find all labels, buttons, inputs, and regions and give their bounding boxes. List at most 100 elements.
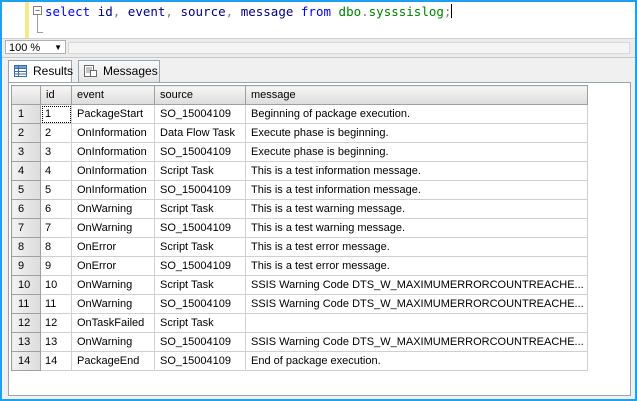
query-token: select: [45, 4, 91, 19]
column-header-source[interactable]: source: [154, 85, 246, 105]
cell-id[interactable]: 10: [40, 275, 72, 295]
horizontal-scrollbar[interactable]: [68, 42, 630, 54]
chevron-down-icon[interactable]: ▼: [54, 41, 62, 55]
cell-event[interactable]: OnInformation: [71, 142, 155, 162]
cell-event[interactable]: OnTaskFailed: [71, 313, 155, 333]
cell-message[interactable]: This is a test warning message.: [245, 218, 588, 238]
cell-message[interactable]: This is a test information message.: [245, 161, 588, 181]
cell-source[interactable]: Script Task: [154, 275, 246, 295]
row-number[interactable]: 1: [11, 104, 41, 124]
table-row[interactable]: 3 3 OnInformation SO_15004109 Execute phase …: [11, 142, 588, 162]
cell-id[interactable]: 13: [40, 332, 72, 352]
column-header-event[interactable]: event: [71, 85, 155, 105]
row-number[interactable]: 12: [11, 313, 41, 333]
row-number[interactable]: 3: [11, 142, 41, 162]
row-number[interactable]: 9: [11, 256, 41, 276]
cell-source[interactable]: SO_15004109: [154, 218, 246, 238]
cell-source[interactable]: Script Task: [154, 313, 246, 333]
cell-message[interactable]: This is a test information message.: [245, 180, 588, 200]
row-number[interactable]: 8: [11, 237, 41, 257]
zoom-value: 100 %: [9, 42, 41, 54]
tab-messages[interactable]: Messages: [78, 60, 160, 82]
cell-event[interactable]: OnWarning: [71, 294, 155, 314]
row-number[interactable]: 11: [11, 294, 41, 314]
query-text[interactable]: select id, event, source, message from d…: [45, 4, 453, 19]
cell-message[interactable]: End of package execution.: [245, 351, 588, 371]
table-row[interactable]: 12 12 OnTaskFailed Script Task: [11, 313, 588, 333]
cell-id[interactable]: 7: [40, 218, 72, 238]
cell-message[interactable]: SSIS Warning Code DTS_W_MAXIMUMERRORCOUN…: [245, 294, 588, 314]
cell-id[interactable]: 12: [40, 313, 72, 333]
row-number[interactable]: 2: [11, 123, 41, 143]
cell-event[interactable]: OnWarning: [71, 275, 155, 295]
cell-id[interactable]: 8: [40, 237, 72, 257]
cell-event[interactable]: PackageEnd: [71, 351, 155, 371]
cell-message[interactable]: This is a test error message.: [245, 237, 588, 257]
table-row[interactable]: 10 10 OnWarning Script Task SSIS Warning Cod…: [11, 275, 588, 295]
cell-id[interactable]: 11: [40, 294, 72, 314]
cell-message[interactable]: This is a test warning message.: [245, 199, 588, 219]
row-number[interactable]: 5: [11, 180, 41, 200]
collapse-icon[interactable]: −: [33, 6, 42, 15]
cell-event[interactable]: OnWarning: [71, 218, 155, 238]
cell-source[interactable]: Script Task: [154, 199, 246, 219]
cell-message[interactable]: SSIS Warning Code DTS_W_MAXIMUMERRORCOUN…: [245, 275, 588, 295]
cell-source[interactable]: SO_15004109: [154, 332, 246, 352]
row-number[interactable]: 6: [11, 199, 41, 219]
cell-event[interactable]: OnWarning: [71, 199, 155, 219]
select-all-corner[interactable]: [11, 85, 41, 105]
cell-source[interactable]: Script Task: [154, 161, 246, 181]
cell-event[interactable]: OnWarning: [71, 332, 155, 352]
cell-event[interactable]: OnError: [71, 237, 155, 257]
row-number[interactable]: 14: [11, 351, 41, 371]
cell-source[interactable]: SO_15004109: [154, 180, 246, 200]
table-row[interactable]: 13 13 OnWarning SO_15004109 SSIS Warning Cod…: [11, 332, 588, 352]
cell-event[interactable]: OnInformation: [71, 161, 155, 181]
cell-event[interactable]: OnInformation: [71, 180, 155, 200]
cell-message[interactable]: Execute phase is beginning.: [245, 123, 588, 143]
cell-id[interactable]: 3: [40, 142, 72, 162]
row-number[interactable]: 7: [11, 218, 41, 238]
cell-source[interactable]: Script Task: [154, 237, 246, 257]
table-row[interactable]: 7 7 OnWarning SO_15004109 This is a test war…: [11, 218, 588, 238]
row-number[interactable]: 4: [11, 161, 41, 181]
cell-source[interactable]: SO_15004109: [154, 104, 246, 124]
cell-id[interactable]: 5: [40, 180, 72, 200]
row-number[interactable]: 13: [11, 332, 41, 352]
cell-event[interactable]: OnInformation: [71, 123, 155, 143]
cell-source[interactable]: SO_15004109: [154, 351, 246, 371]
table-row[interactable]: 2 2 OnInformation Data Flow Task Execute pha…: [11, 123, 588, 143]
tab-results[interactable]: Results: [8, 60, 73, 83]
cell-message[interactable]: SSIS Warning Code DTS_W_MAXIMUMERRORCOUN…: [245, 332, 588, 352]
zoom-dropdown[interactable]: 100 % ▼: [5, 40, 66, 54]
cell-id[interactable]: 1: [40, 104, 72, 124]
query-editor[interactable]: − select id, event, source, message from…: [2, 2, 635, 38]
grid-icon: [14, 65, 27, 77]
cell-message[interactable]: Execute phase is beginning.: [245, 142, 588, 162]
cell-event[interactable]: OnError: [71, 256, 155, 276]
table-row[interactable]: 11 11 OnWarning SO_15004109 SSIS Warning Cod…: [11, 294, 588, 314]
cell-source[interactable]: SO_15004109: [154, 142, 246, 162]
table-row[interactable]: 5 5 OnInformation SO_15004109 This is a test…: [11, 180, 588, 200]
column-header-message[interactable]: message: [245, 85, 588, 105]
column-header-id[interactable]: id: [40, 85, 72, 105]
cell-id[interactable]: 2: [40, 123, 72, 143]
cell-message[interactable]: This is a test error message.: [245, 256, 588, 276]
table-row[interactable]: 4 4 OnInformation Script Task This is a test…: [11, 161, 588, 181]
table-row[interactable]: 9 9 OnError SO_15004109 This is a test error…: [11, 256, 588, 276]
table-row[interactable]: 8 8 OnError Script Task This is a test error…: [11, 237, 588, 257]
cell-id[interactable]: 9: [40, 256, 72, 276]
row-number[interactable]: 10: [11, 275, 41, 295]
cell-source[interactable]: SO_15004109: [154, 294, 246, 314]
cell-id[interactable]: 6: [40, 199, 72, 219]
cell-event[interactable]: PackageStart: [71, 104, 155, 124]
cell-id[interactable]: 4: [40, 161, 72, 181]
cell-message[interactable]: [245, 313, 588, 333]
cell-message[interactable]: Beginning of package execution.: [245, 104, 588, 124]
cell-source[interactable]: SO_15004109: [154, 256, 246, 276]
table-row[interactable]: 1 1 PackageStart SO_15004109 Beginning of pa…: [11, 104, 588, 124]
table-row[interactable]: 14 14 PackageEnd SO_15004109 End of package …: [11, 351, 588, 371]
table-row[interactable]: 6 6 OnWarning Script Task This is a test war…: [11, 199, 588, 219]
cell-source[interactable]: Data Flow Task: [154, 123, 246, 143]
cell-id[interactable]: 14: [40, 351, 72, 371]
